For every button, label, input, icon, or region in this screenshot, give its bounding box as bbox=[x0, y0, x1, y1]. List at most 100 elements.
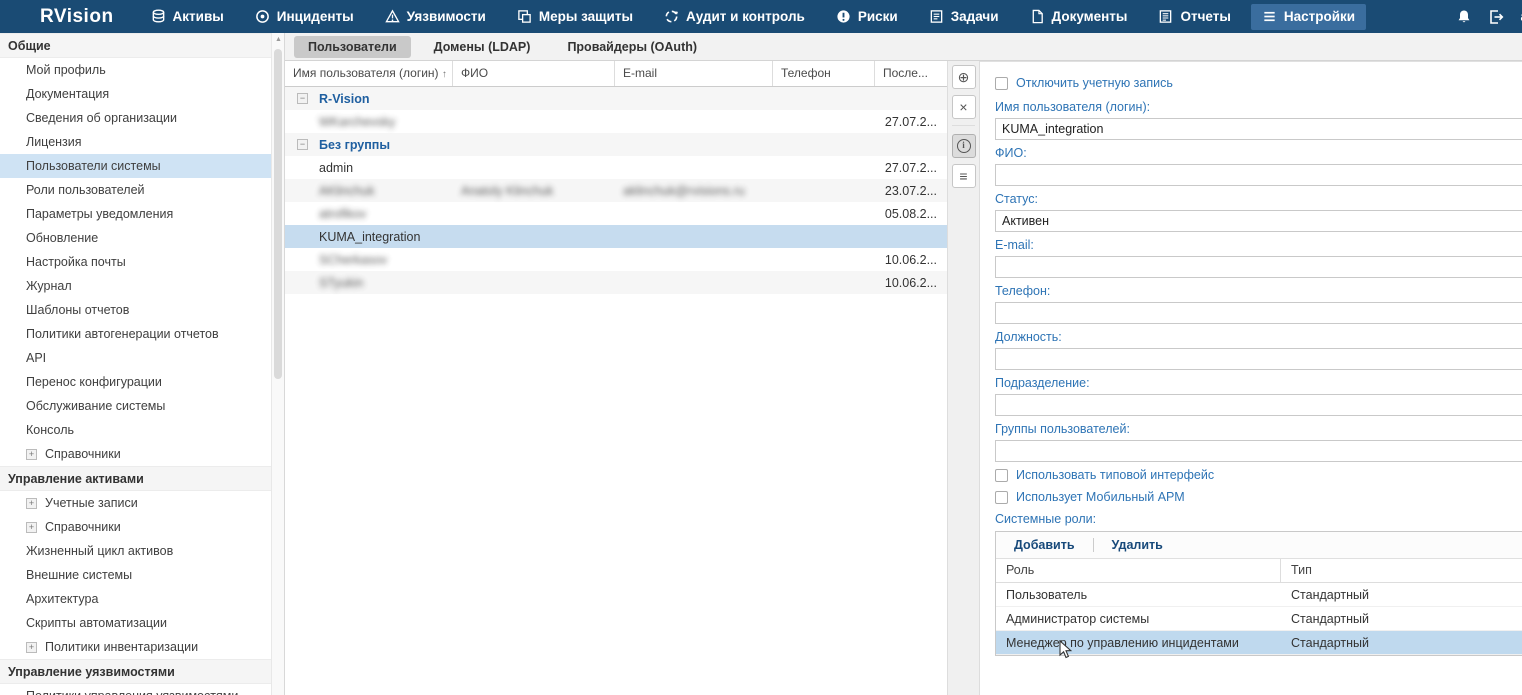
disable-account-checkbox-row[interactable]: Отключить учетную запись bbox=[995, 76, 1522, 90]
column-header-type[interactable]: Тип bbox=[1281, 559, 1522, 582]
checkbox-unchecked[interactable] bbox=[995, 469, 1008, 482]
sidebar-item-inventory-policies[interactable]: + Политики инвентаризации bbox=[0, 635, 272, 659]
table-row-user[interactable]: SCherkasov 10.06.2... bbox=[285, 248, 947, 271]
typical-interface-checkbox-row[interactable]: Использовать типовой интерфейс bbox=[995, 468, 1522, 482]
nav-item-tasks[interactable]: Задачи bbox=[918, 4, 1010, 30]
nav-item-settings[interactable]: Настройки bbox=[1251, 4, 1366, 30]
scrollbar-thumb[interactable] bbox=[274, 49, 282, 379]
column-header-role[interactable]: Роль bbox=[996, 559, 1281, 582]
delete-user-button[interactable]: × bbox=[952, 95, 976, 119]
phone-field[interactable] bbox=[995, 302, 1522, 324]
login-field-label: Имя пользователя (логин): bbox=[995, 100, 1522, 115]
sidebar-item-directories-general[interactable]: + Справочники bbox=[0, 442, 272, 466]
user-groups-field[interactable] bbox=[995, 440, 1522, 462]
exclamation-circle-icon bbox=[836, 9, 851, 24]
tab-ldap-domains[interactable]: Домены (LDAP) bbox=[420, 36, 545, 58]
bell-icon[interactable] bbox=[1456, 9, 1472, 25]
sidebar-section-asset-management: Управление активами bbox=[0, 466, 272, 491]
expand-plus-icon[interactable]: + bbox=[26, 498, 37, 509]
sidebar-item-update[interactable]: Обновление bbox=[0, 226, 272, 250]
list-menu-button[interactable]: ≡ bbox=[952, 164, 976, 188]
table-row-user[interactable]: atrofikov 05.08.2... bbox=[285, 202, 947, 225]
checkbox-unchecked[interactable] bbox=[995, 491, 1008, 504]
checkbox-unchecked[interactable] bbox=[995, 77, 1008, 90]
sidebar-item-report-templates[interactable]: Шаблоны отчетов bbox=[0, 298, 272, 322]
collapse-minus-icon[interactable]: − bbox=[297, 139, 308, 150]
sidebar-item-system-maintenance[interactable]: Обслуживание системы bbox=[0, 394, 272, 418]
nav-item-incidents[interactable]: Инциденты bbox=[244, 4, 365, 30]
department-field[interactable] bbox=[995, 394, 1522, 416]
mobile-arm-checkbox-row[interactable]: Использует Мобильный АРМ bbox=[995, 490, 1522, 504]
column-header-last-login[interactable]: После... bbox=[875, 61, 947, 86]
group-row-no-group[interactable]: − Без группы bbox=[285, 133, 947, 156]
collapse-minus-icon[interactable]: − bbox=[297, 93, 308, 104]
nav-item-label: Риски bbox=[858, 9, 898, 24]
position-field[interactable] bbox=[995, 348, 1522, 370]
remove-role-button[interactable]: Удалить bbox=[1094, 538, 1181, 552]
column-header-fio[interactable]: ФИО bbox=[453, 61, 615, 86]
warning-triangle-icon bbox=[385, 9, 400, 24]
role-type: Стандартный bbox=[1281, 607, 1522, 630]
nav-item-label: Задачи bbox=[951, 9, 999, 24]
sidebar-item-asset-lifecycle[interactable]: Жизненный цикл активов bbox=[0, 539, 272, 563]
sidebar-item-journal[interactable]: Журнал bbox=[0, 274, 272, 298]
nav-item-audit-control[interactable]: Аудит и контроль bbox=[653, 4, 816, 30]
sidebar-item-console[interactable]: Консоль bbox=[0, 418, 272, 442]
sidebar-item-api[interactable]: API bbox=[0, 346, 272, 370]
column-header-email[interactable]: E-mail bbox=[615, 61, 773, 86]
scrollbar-up-arrow-icon[interactable]: ▲ bbox=[275, 36, 282, 43]
group-row-rvision[interactable]: − R-Vision bbox=[285, 87, 947, 110]
column-header-phone[interactable]: Телефон bbox=[773, 61, 875, 86]
table-row-user-selected[interactable]: KUMA_integration bbox=[285, 225, 947, 248]
sidebar-item-organization-info[interactable]: Сведения об организации bbox=[0, 106, 272, 130]
tab-oauth-providers[interactable]: Провайдеры (OAuth) bbox=[553, 36, 711, 58]
expand-plus-icon[interactable]: + bbox=[26, 642, 37, 653]
nav-item-risks[interactable]: Риски bbox=[825, 4, 909, 30]
role-row-selected[interactable]: Менеджер по управлению инцидентами Станд… bbox=[996, 631, 1522, 655]
sidebar-item-documentation[interactable]: Документация bbox=[0, 82, 272, 106]
sidebar-item-architecture[interactable]: Архитектура bbox=[0, 587, 272, 611]
sidebar-item-my-profile[interactable]: Мой профиль bbox=[0, 58, 272, 82]
sidebar-item-automation-scripts[interactable]: Скрипты автоматизации bbox=[0, 611, 272, 635]
sidebar-item-config-transfer[interactable]: Перенос конфигурации bbox=[0, 370, 272, 394]
add-role-button[interactable]: Добавить bbox=[996, 538, 1093, 552]
sidebar-item-report-autogen-policies[interactable]: Политики автогенерации отчетов bbox=[0, 322, 272, 346]
sidebar-item-mail-settings[interactable]: Настройка почты bbox=[0, 250, 272, 274]
info-panel-button[interactable]: i bbox=[952, 134, 976, 158]
sort-ascending-icon[interactable]: ↑ bbox=[442, 69, 447, 80]
sidebar-item-license[interactable]: Лицензия bbox=[0, 130, 272, 154]
nav-item-reports[interactable]: Отчеты bbox=[1147, 4, 1241, 30]
sidebar-item-vulnerability-policies[interactable]: Политики управления уязвимостями bbox=[0, 684, 272, 695]
close-icon: × bbox=[959, 99, 967, 115]
table-row-user[interactable]: STyukin 10.06.2... bbox=[285, 271, 947, 294]
sidebar-item-accounts[interactable]: + Учетные записи bbox=[0, 491, 272, 515]
email-field[interactable] bbox=[995, 256, 1522, 278]
table-row-user[interactable]: AKlinchuk Anatoly Klinchuk aklinchuk@rvi… bbox=[285, 179, 947, 202]
user-email: aklinchuk@rvisions.ru bbox=[615, 184, 773, 198]
sidebar-item-notification-params[interactable]: Параметры уведомления bbox=[0, 202, 272, 226]
nav-item-assets[interactable]: Активы bbox=[140, 4, 235, 30]
role-type: Стандартный bbox=[1281, 583, 1522, 606]
nav-item-protection-measures[interactable]: Меры защиты bbox=[506, 4, 644, 30]
role-row[interactable]: Администратор системы Стандартный bbox=[996, 607, 1522, 631]
expand-plus-icon[interactable]: + bbox=[26, 449, 37, 460]
expand-plus-icon[interactable]: + bbox=[26, 522, 37, 533]
login-field[interactable] bbox=[995, 118, 1522, 140]
sidebar-scrollbar[interactable]: ▲ bbox=[271, 33, 284, 695]
add-user-button[interactable]: ⊕ bbox=[952, 65, 976, 89]
table-row-user[interactable]: admin 27.07.2... bbox=[285, 156, 947, 179]
column-header-login[interactable]: Имя пользователя (логин) ↑ bbox=[285, 61, 453, 86]
tab-users[interactable]: Пользователи bbox=[294, 36, 411, 58]
sidebar-item-external-systems[interactable]: Внешние системы bbox=[0, 563, 272, 587]
sidebar-item-system-users[interactable]: Пользователи системы bbox=[0, 154, 272, 178]
logout-icon[interactable] bbox=[1488, 9, 1504, 25]
table-side-toolbar: ⊕ × i ≡ bbox=[947, 61, 980, 695]
sidebar-item-user-roles[interactable]: Роли пользователей bbox=[0, 178, 272, 202]
status-field[interactable] bbox=[995, 210, 1522, 232]
fio-field[interactable] bbox=[995, 164, 1522, 186]
nav-item-documents[interactable]: Документы bbox=[1019, 4, 1139, 30]
nav-item-vulnerabilities[interactable]: Уязвимости bbox=[374, 4, 497, 30]
sidebar-item-directories-assets[interactable]: + Справочники bbox=[0, 515, 272, 539]
table-row-user[interactable]: WKarchevsky 27.07.2... bbox=[285, 110, 947, 133]
role-row[interactable]: Пользователь Стандартный bbox=[996, 583, 1522, 607]
